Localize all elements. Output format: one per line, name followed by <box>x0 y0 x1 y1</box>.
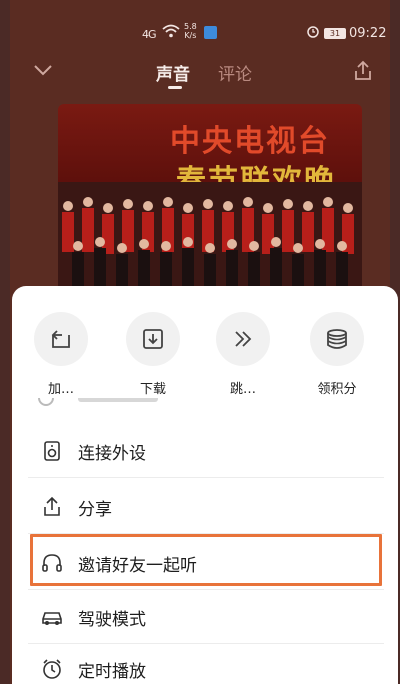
choir-photo <box>58 182 362 294</box>
more-options-sheet: 加… 下载 跳… 领积分 连接外设 分享 邀请好友一起听 驾驶模式 定时播放 <box>12 286 398 684</box>
tab-active-indicator <box>168 86 182 89</box>
share-icon[interactable] <box>352 60 374 86</box>
menu-item-sleep-timer[interactable]: 定时播放 <box>28 642 384 684</box>
alarm-icon <box>306 24 320 42</box>
signal-indicator: 4G <box>142 28 156 41</box>
share-icon <box>40 495 64 519</box>
speaker-icon <box>40 439 64 463</box>
clipped-icon <box>38 398 54 406</box>
download-label: 下载 <box>139 382 166 397</box>
add-to-playlist-button[interactable]: 加… <box>26 312 96 397</box>
network-speed-value: 5.8 <box>184 22 197 31</box>
clock: 09:22 <box>349 26 387 41</box>
earn-points-label: 领积分 <box>317 382 357 397</box>
alarm-clock-icon <box>40 657 64 681</box>
status-bar: 4G 5.8 K/s 31 09:22 <box>0 0 400 56</box>
skip-label: 跳… <box>229 382 256 397</box>
skip-button[interactable]: 跳… <box>208 312 278 397</box>
menu-item-label: 定时播放 <box>78 662 146 682</box>
battery-indicator: 31 <box>324 28 346 39</box>
network-speed: 5.8 K/s <box>184 22 197 40</box>
tab-sound[interactable]: 声音 <box>156 60 190 85</box>
app-notification-icon <box>204 26 217 39</box>
clipped-menu-row <box>38 398 388 412</box>
tab-comments[interactable]: 评论 <box>218 60 252 85</box>
highlight-annotation <box>30 534 382 586</box>
car-icon <box>40 605 64 629</box>
menu-item-share[interactable]: 分享 <box>28 480 384 534</box>
download-button[interactable]: 下载 <box>118 312 188 397</box>
album-cover: 中央电视台 春节联欢晚 <box>58 104 362 294</box>
menu-item-connect-device[interactable]: 连接外设 <box>28 424 384 478</box>
album-title-line1: 中央电视台 <box>170 124 330 159</box>
add-to-playlist-label: 加… <box>47 382 74 397</box>
chevron-down-icon[interactable] <box>32 62 54 82</box>
earn-points-button[interactable]: 领积分 <box>302 312 372 397</box>
menu-item-label: 分享 <box>78 500 112 520</box>
menu-item-label: 驾驶模式 <box>78 610 146 630</box>
coins-icon <box>310 312 364 366</box>
network-speed-unit: K/s <box>184 31 197 40</box>
skip-forward-icon <box>216 312 270 366</box>
wifi-icon <box>162 24 180 42</box>
download-icon <box>126 312 180 366</box>
page-edge-left <box>0 0 10 684</box>
add-to-playlist-icon <box>34 312 88 366</box>
clipped-text <box>78 398 158 402</box>
menu-item-driving-mode[interactable]: 驾驶模式 <box>28 590 384 644</box>
menu-item-label: 连接外设 <box>78 444 146 464</box>
